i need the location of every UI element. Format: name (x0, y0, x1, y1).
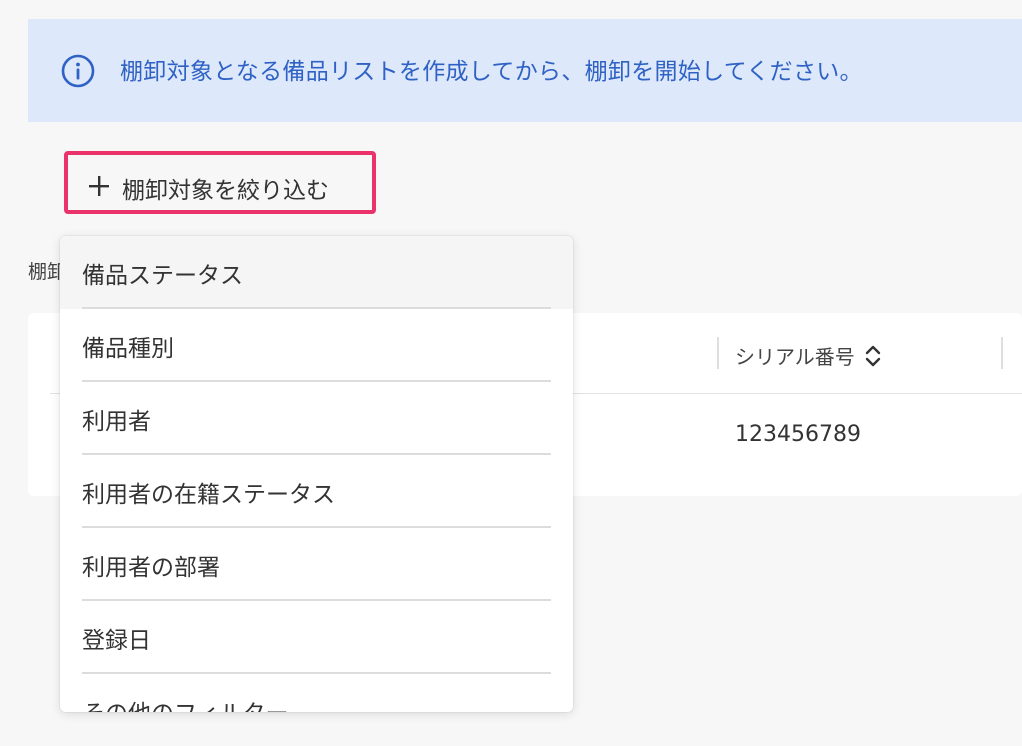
section-label: 棚卸 (28, 261, 62, 283)
menu-item-equipment-type[interactable]: 備品種別 (60, 309, 573, 382)
menu-item-label: 利用者の在籍ステータス (82, 482, 335, 508)
column-header-label: シリアル番号 (735, 345, 855, 369)
menu-item-user-department[interactable]: 利用者の部署 (60, 528, 573, 601)
menu-item-label: 利用者の部署 (82, 555, 220, 581)
menu-item-label: その他のフィルター (82, 694, 289, 712)
filter-button-label: 棚卸対象を絞り込む (122, 178, 329, 204)
column-header-serial[interactable]: シリアル番号 (735, 341, 881, 370)
menu-item-user[interactable]: 利用者 (60, 382, 573, 455)
menu-item-label: 備品ステータス (82, 263, 243, 289)
menu-item-user-employment-status[interactable]: 利用者の在籍ステータス (60, 455, 573, 528)
column-separator (717, 337, 719, 369)
menu-item-other-filters[interactable]: その他のフィルター (60, 674, 573, 712)
menu-item-label: 利用者 (82, 409, 151, 435)
banner-message: 棚卸対象となる備品リストを作成してから、棚卸を開始してください。 (120, 59, 863, 85)
menu-item-label: 備品種別 (82, 336, 174, 362)
filter-dropdown-menu: 備品ステータス 備品種別 利用者 利用者の在籍ステータス 利用者の部署 登録日 … (60, 236, 573, 712)
filter-targets-button[interactable]: 棚卸対象を絞り込む (64, 151, 376, 214)
column-separator (1001, 337, 1003, 369)
sort-updown-icon[interactable] (865, 343, 881, 369)
plus-icon (89, 176, 109, 196)
menu-item-registration-date[interactable]: 登録日 (60, 601, 573, 674)
menu-item-label: 登録日 (82, 628, 151, 654)
info-icon (61, 54, 95, 88)
table-cell-serial: 123456789 (735, 422, 861, 447)
menu-item-equipment-status[interactable]: 備品ステータス (60, 236, 573, 309)
